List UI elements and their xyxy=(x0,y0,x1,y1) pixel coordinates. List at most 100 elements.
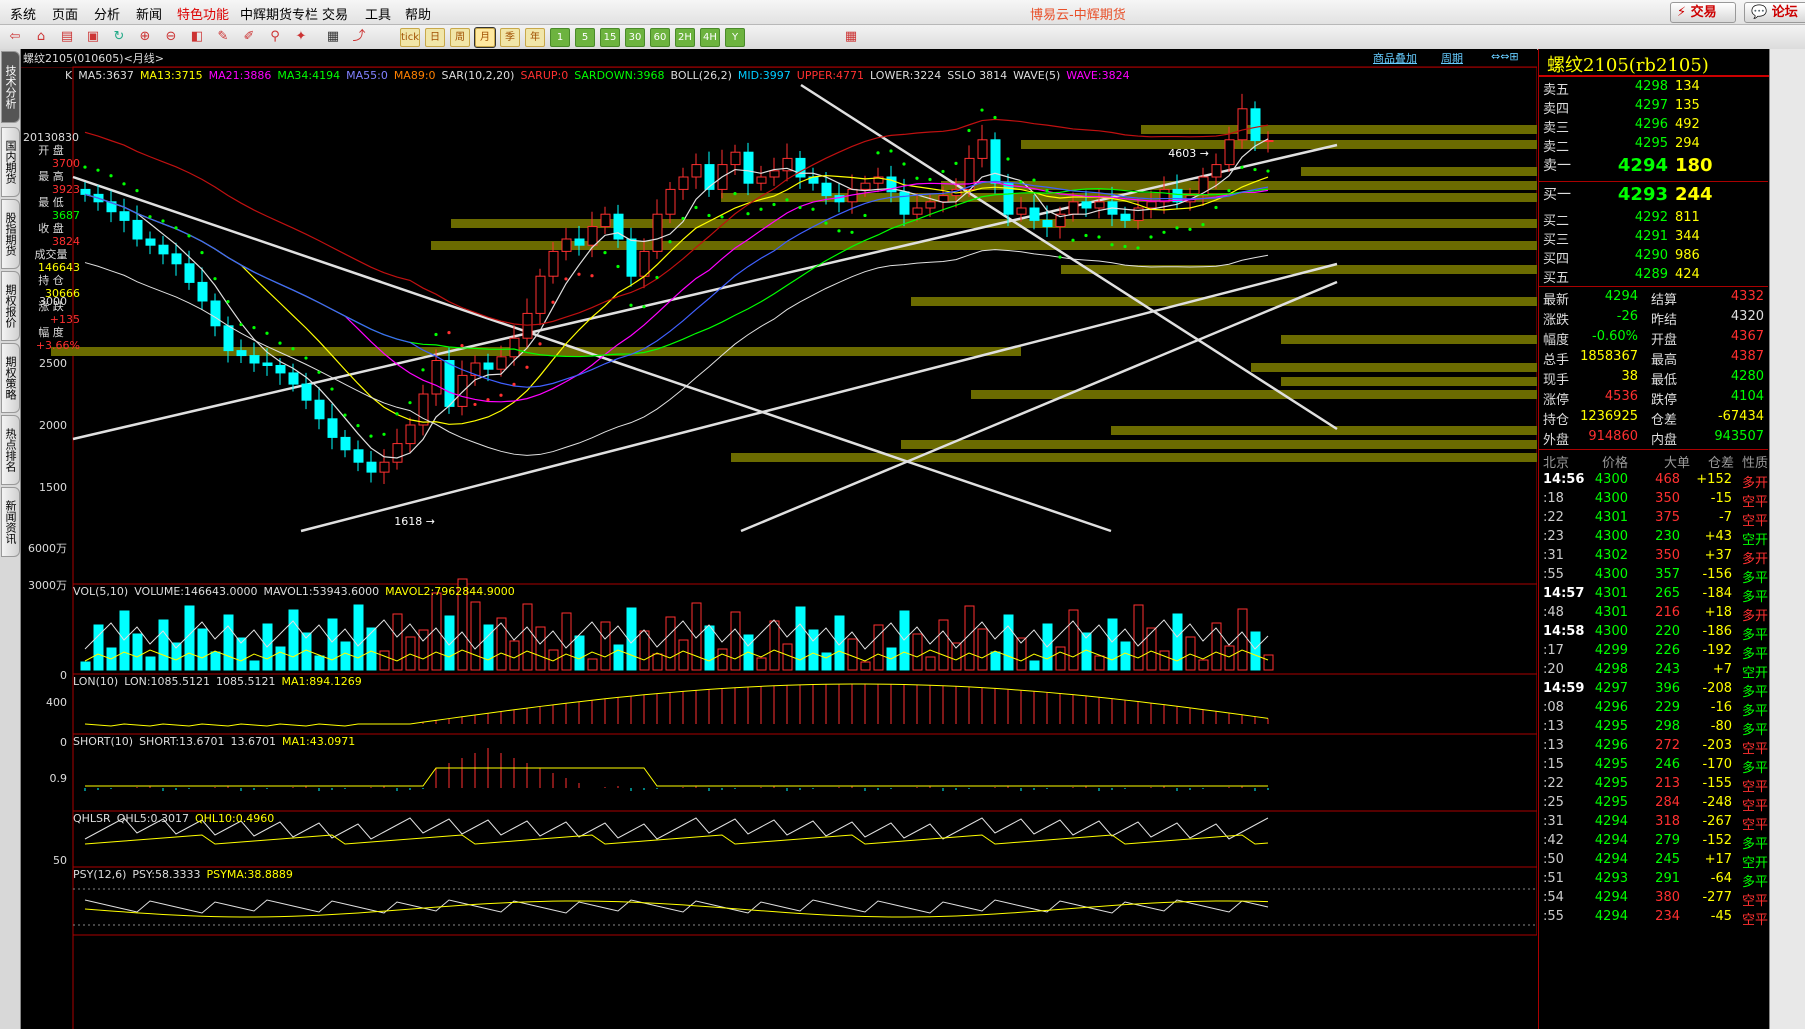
tick-nature: 空开 xyxy=(1741,666,1768,681)
volume-profile-bar xyxy=(1111,426,1537,435)
back-arrow-icon[interactable]: ⇦ xyxy=(6,28,24,45)
bid-row-0-volume: 244 xyxy=(1675,184,1713,205)
timeframe-button-5[interactable]: 5 xyxy=(575,28,595,47)
quote-scrollbar[interactable] xyxy=(1769,49,1805,1029)
ask-row-1-price: 4297 xyxy=(1634,98,1668,113)
tick-time: :18 xyxy=(1543,491,1564,506)
ask-row-0-price: 4298 xyxy=(1634,79,1668,94)
candle-body xyxy=(964,157,975,190)
ma-indicator-1: MA5:3637 xyxy=(78,69,134,82)
box-icon[interactable]: ▣ xyxy=(84,28,102,45)
tick-price: 4301 xyxy=(1594,605,1628,620)
left-tab-3[interactable]: 期权报价 xyxy=(1,271,20,341)
timeframe-button-15[interactable]: 15 xyxy=(600,28,620,47)
timeframe-button-Y[interactable]: Y xyxy=(725,28,745,47)
quote-title: 螺纹2105(rb2105) xyxy=(1547,55,1709,76)
volume-bar xyxy=(340,641,351,671)
tick-time: :08 xyxy=(1543,700,1564,715)
chart-icon[interactable]: ⤴ xyxy=(350,28,368,45)
ask-row-2[interactable]: 卖三 4296 492 xyxy=(1539,116,1768,136)
tick-oi-change: -45 xyxy=(1710,909,1732,924)
stat-label: 最高 xyxy=(1651,353,1678,368)
forum-button[interactable]: 💬 论坛 xyxy=(1744,2,1805,23)
stat-value: 914860 xyxy=(1588,429,1638,444)
ask-row-1-label: 卖四 xyxy=(1543,102,1570,117)
filter-icon[interactable]: ⚲ xyxy=(266,28,284,45)
tick-row: 14:58 4300 220 -186 多平 xyxy=(1539,623,1768,643)
bid-row-2[interactable]: 买三 4291 344 xyxy=(1539,228,1768,248)
timeframe-button-年[interactable]: 年 xyxy=(525,28,545,47)
left-tab-1[interactable]: 国内期货 xyxy=(1,127,20,197)
sar-dot xyxy=(941,169,945,174)
timeframe-button-tick[interactable]: tick xyxy=(400,28,420,47)
menu-item-6[interactable]: 交易 xyxy=(322,4,348,23)
ask-row-4[interactable]: 卖一 4294 180 xyxy=(1539,154,1768,180)
timeframe-button-季[interactable]: 季 xyxy=(500,28,520,47)
folder-icon[interactable]: ▤ xyxy=(58,28,76,45)
trade-button[interactable]: ⚡ 交易 xyxy=(1670,2,1736,23)
bid-row-0-price: 4293 xyxy=(1617,184,1668,205)
tick-oi-change: -192 xyxy=(1702,643,1732,658)
timeframe-button-60[interactable]: 60 xyxy=(650,28,670,47)
volume-bar xyxy=(379,650,390,671)
stat-label: 开盘 xyxy=(1651,333,1678,348)
left-tab-4[interactable]: 期权策略 xyxy=(1,343,20,413)
new-icon[interactable]: ✦ xyxy=(292,28,310,45)
sar-dot xyxy=(967,128,971,133)
menu-item-7[interactable]: 工具 xyxy=(365,4,391,23)
pen-icon[interactable]: ✎ xyxy=(214,28,232,45)
timeframe-button-月[interactable]: 月 xyxy=(474,27,496,48)
home-icon[interactable]: ⌂ xyxy=(32,28,50,45)
menu-item-0[interactable]: 系统 xyxy=(10,4,36,23)
candle-body xyxy=(925,201,936,209)
calendar-icon[interactable]: ▦ xyxy=(842,28,860,45)
bid-row-3[interactable]: 买四 4290 986 xyxy=(1539,247,1768,267)
bid-row-4[interactable]: 买五 4289 424 xyxy=(1539,266,1768,286)
timeframe-button-2H[interactable]: 2H xyxy=(675,28,695,47)
ask-row-1[interactable]: 卖四 4297 135 xyxy=(1539,97,1768,117)
timeframe-button-日[interactable]: 日 xyxy=(425,28,445,47)
chart-canvas: 30002500200015006000万3000万040000.9504603… xyxy=(28,66,1537,1029)
ask-row-3[interactable]: 卖二 4295 294 xyxy=(1539,135,1768,155)
timeframe-button-4H[interactable]: 4H xyxy=(700,28,720,47)
tick-price: 4299 xyxy=(1594,643,1628,658)
refresh-icon[interactable]: ↻ xyxy=(110,28,128,45)
left-tab-6[interactable]: 新闻资讯 xyxy=(1,487,20,557)
left-tab-2[interactable]: 股指期货 xyxy=(1,199,20,269)
timeframe-button-周[interactable]: 周 xyxy=(450,28,470,47)
ma-indicator-14: SSLO 3814 xyxy=(947,69,1008,82)
grid-icon[interactable]: ▦ xyxy=(324,28,342,45)
zoom-out-icon[interactable]: ⊖ xyxy=(162,28,180,45)
menu-item-1[interactable]: 页面 xyxy=(52,4,78,23)
menu-item-8[interactable]: 帮助 xyxy=(405,4,431,23)
sar-dot xyxy=(122,182,126,186)
ask-row-0[interactable]: 卖五 4298 134 xyxy=(1539,78,1768,98)
menu-item-2[interactable]: 分析 xyxy=(94,4,120,23)
sar-dot xyxy=(538,342,542,346)
draw-icon[interactable]: ✐ xyxy=(240,28,258,45)
timeframe-button-1[interactable]: 1 xyxy=(550,28,570,47)
stat-row-2: 幅度 -0.60% 开盘 4367 xyxy=(1539,328,1768,348)
menu-item-5[interactable]: 中辉期货专栏 xyxy=(240,4,318,23)
candle-body xyxy=(353,449,364,463)
tick-oi-change: -7 xyxy=(1719,510,1732,525)
zoom-in-icon[interactable]: ⊕ xyxy=(136,28,154,45)
stat-row-5: 涨停 4536 跌停 4104 xyxy=(1539,388,1768,408)
tick-row: 14:59 4297 396 -208 多平 xyxy=(1539,680,1768,700)
bid-row-1[interactable]: 买二 4292 811 xyxy=(1539,209,1768,229)
tick-oi-change: -156 xyxy=(1702,567,1732,582)
tick-volume: 350 xyxy=(1655,491,1680,506)
candle-body xyxy=(535,275,546,314)
left-tab-0[interactable]: 技术分析 xyxy=(1,51,20,123)
candle-body xyxy=(1224,139,1235,166)
menu-item-3[interactable]: 新闻 xyxy=(136,4,162,23)
bid-row-0[interactable]: 买一 4293 244 xyxy=(1539,183,1768,209)
stat-label: 外盘 xyxy=(1543,433,1570,448)
menu-item-4[interactable]: 特色功能 xyxy=(177,4,229,23)
layers-icon[interactable]: ◧ xyxy=(188,28,206,45)
timeframe-button-30[interactable]: 30 xyxy=(625,28,645,47)
tick-oi-change: +17 xyxy=(1704,852,1732,867)
stat-label: 最新 xyxy=(1543,293,1570,308)
tick-volume: 396 xyxy=(1655,681,1680,696)
left-tab-5[interactable]: 热点排名 xyxy=(1,415,20,485)
